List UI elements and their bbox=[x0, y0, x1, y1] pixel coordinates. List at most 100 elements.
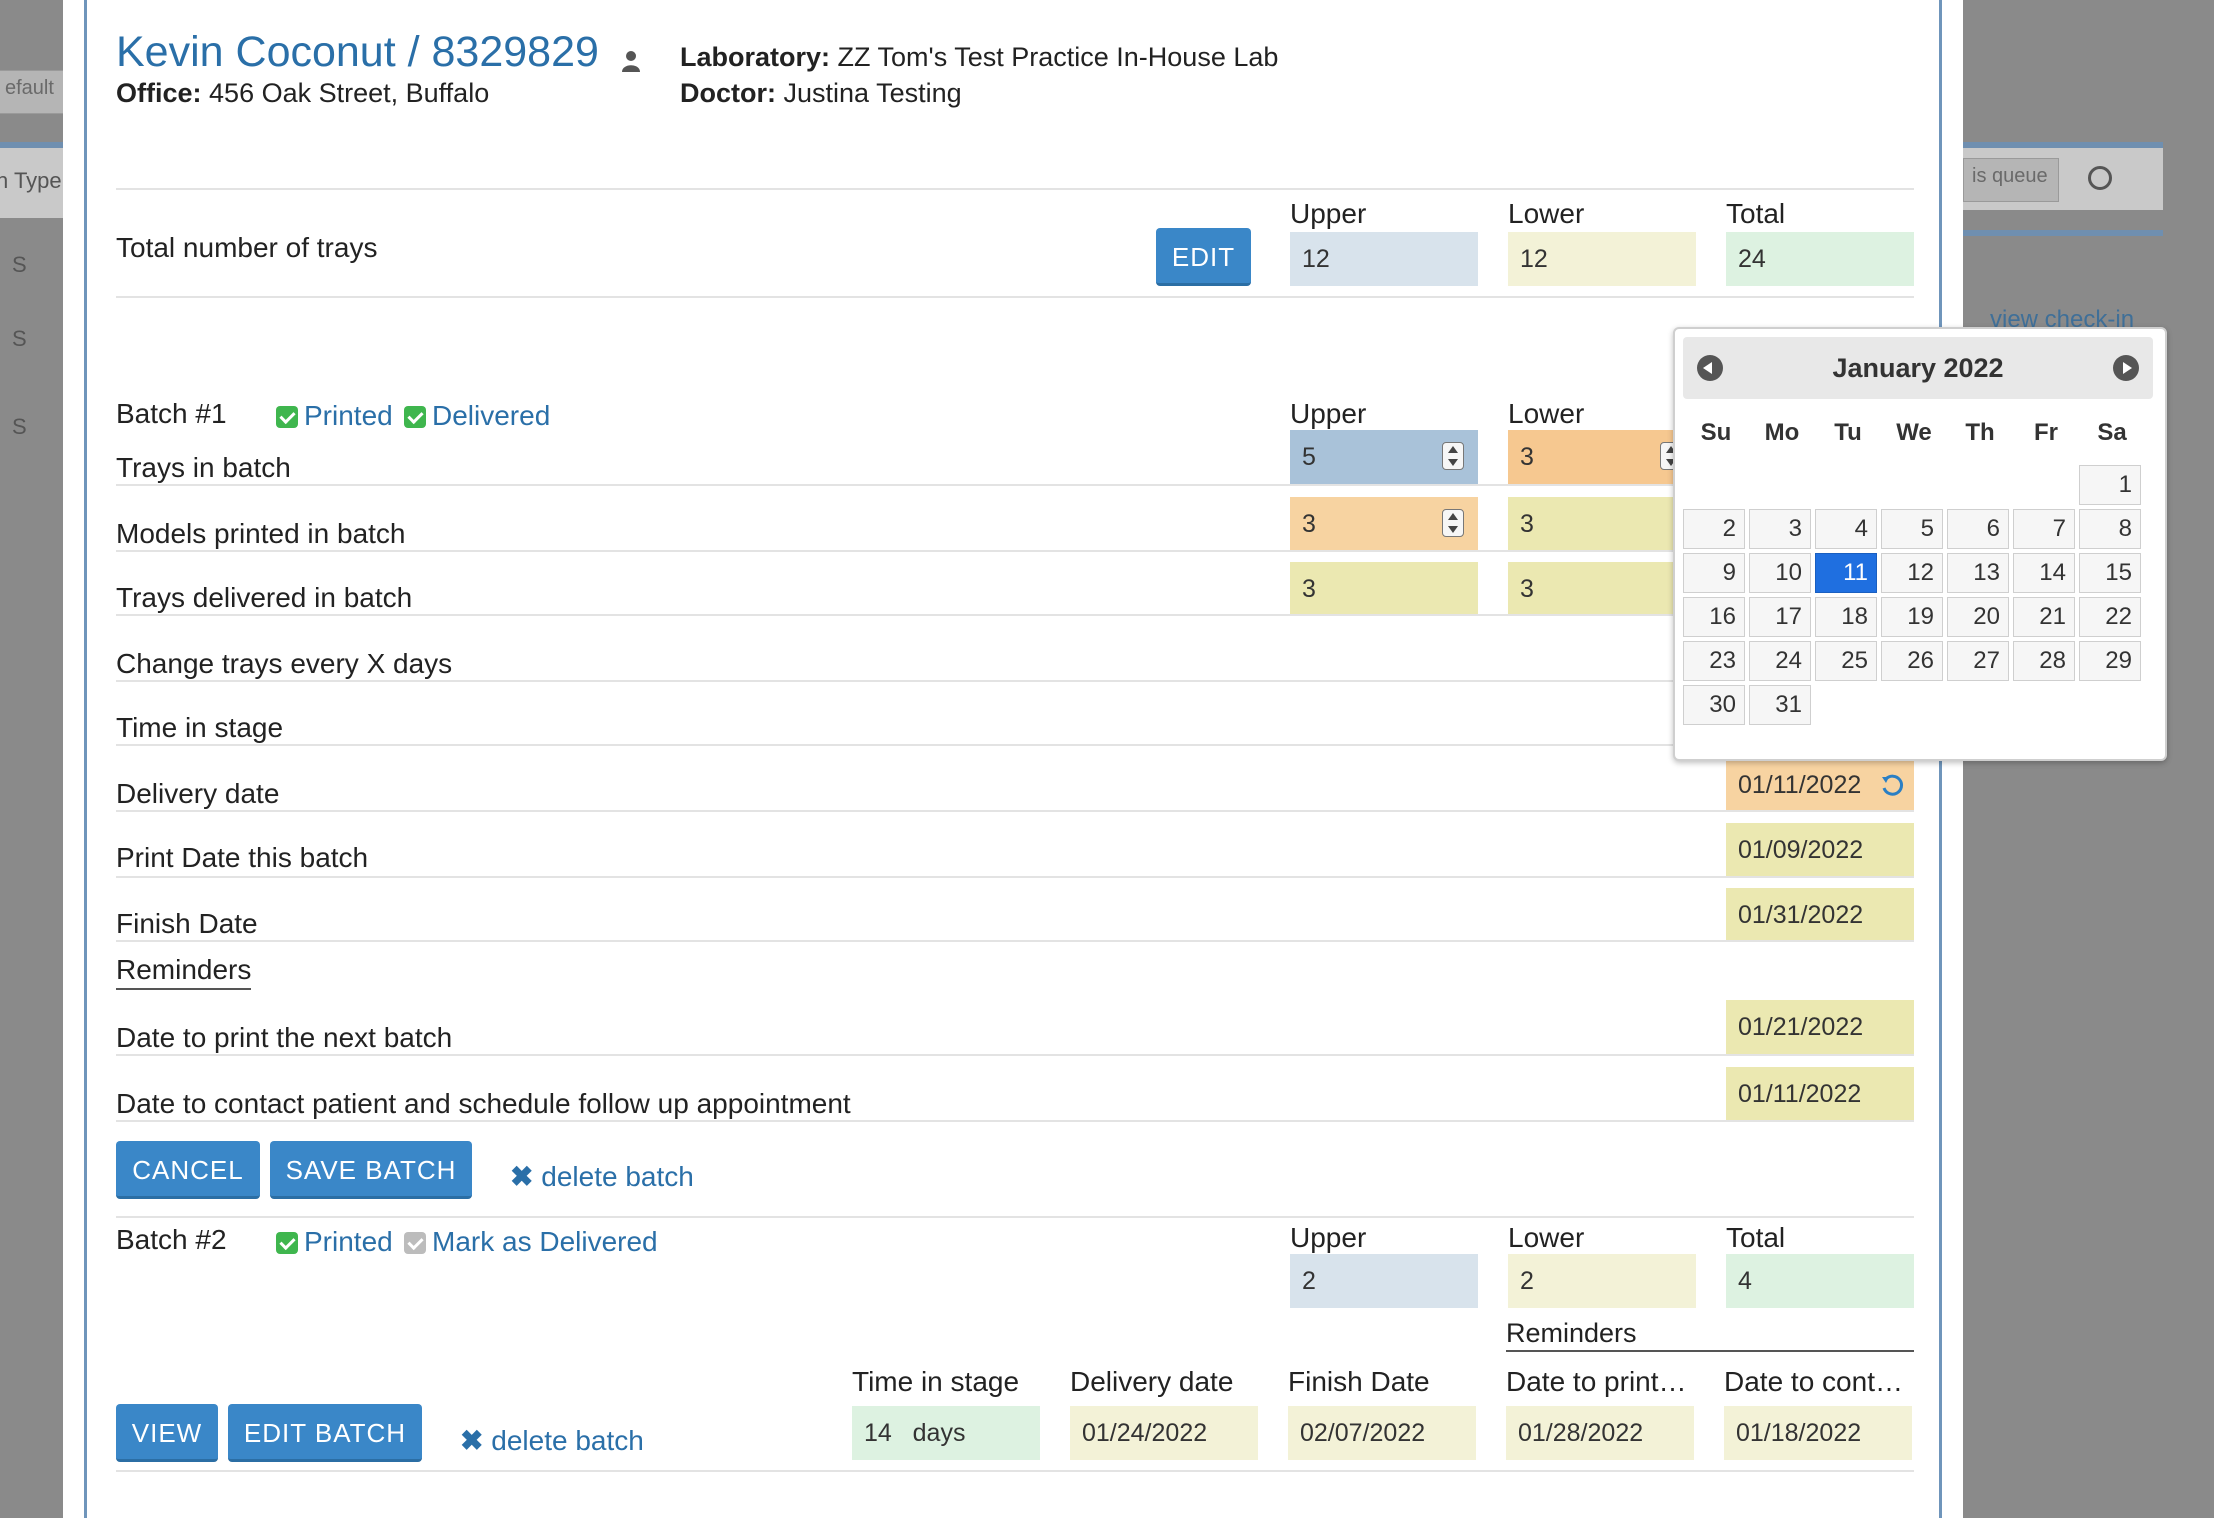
models-upper-stepper[interactable]: 3 bbox=[1290, 497, 1478, 551]
divider bbox=[1506, 1350, 1914, 1352]
calendar-day[interactable]: 10 bbox=[1749, 553, 1811, 593]
batch1-upper-label: Upper bbox=[1290, 398, 1367, 429]
background-divider bbox=[1963, 230, 2163, 236]
calendar-day[interactable]: 26 bbox=[1881, 641, 1943, 681]
calendar-day[interactable]: 13 bbox=[1947, 553, 2009, 593]
calendar-day[interactable]: 27 bbox=[1947, 641, 2009, 681]
stepper-arrows-icon[interactable] bbox=[1442, 509, 1464, 537]
batch2-delete-label: delete batch bbox=[491, 1425, 644, 1456]
trays-in-batch-label: Trays in batch bbox=[116, 452, 291, 483]
calendar-day[interactable]: 25 bbox=[1815, 641, 1877, 681]
weekday-header: Mo bbox=[1764, 419, 1800, 446]
batch1-delivered-checkbox[interactable]: Delivered bbox=[404, 400, 550, 432]
cancel-button[interactable]: CANCEL bbox=[116, 1141, 260, 1199]
calendar-day[interactable]: 8 bbox=[2079, 509, 2141, 549]
models-lower-field[interactable]: 3 bbox=[1508, 497, 1696, 551]
batch2-delete-link[interactable]: ✖ delete batch bbox=[460, 1424, 644, 1457]
save-batch-button[interactable]: SAVE BATCH bbox=[270, 1141, 472, 1199]
calendar-day[interactable]: 18 bbox=[1815, 597, 1877, 637]
next-batch-field[interactable]: 01/21/2022 bbox=[1726, 1000, 1914, 1054]
next-batch-label: Date to print the next batch bbox=[116, 1022, 453, 1053]
batch2-contact-field: 01/18/2022 bbox=[1724, 1406, 1912, 1460]
batch2-printed-checkbox[interactable]: Printed bbox=[276, 1226, 393, 1258]
calendar-day[interactable]: 20 bbox=[1947, 597, 2009, 637]
print-date-field[interactable]: 01/09/2022 bbox=[1726, 823, 1914, 877]
delivered-lower-field[interactable]: 3 bbox=[1508, 562, 1696, 616]
trays-upper-stepper[interactable]: 5 bbox=[1290, 430, 1478, 484]
delivered-upper-field[interactable]: 3 bbox=[1290, 562, 1478, 616]
doctor-label: Doctor: bbox=[680, 78, 776, 108]
background-column-type: n Type bbox=[0, 168, 62, 193]
stepper-arrows-icon[interactable] bbox=[1442, 442, 1464, 470]
calendar-day[interactable]: 29 bbox=[2079, 641, 2141, 681]
calendar-day[interactable]: 4 bbox=[1815, 509, 1877, 549]
batch1-lower-label: Lower bbox=[1508, 398, 1585, 429]
batch1-printed-label: Printed bbox=[304, 400, 393, 431]
divider bbox=[116, 876, 1914, 878]
delivery-date-field[interactable]: 01/11/2022 bbox=[1726, 758, 1914, 812]
calendar-day[interactable]: 16 bbox=[1683, 597, 1745, 637]
patient-name[interactable]: Kevin Coconut / 8329829 bbox=[116, 28, 599, 77]
batch1-delete-link[interactable]: ✖ delete batch bbox=[510, 1160, 694, 1193]
batch2-mark-delivered-checkbox[interactable]: Mark as Delivered bbox=[404, 1226, 658, 1258]
models-upper-value: 3 bbox=[1302, 510, 1316, 538]
calendar-day[interactable]: 9 bbox=[1683, 553, 1745, 593]
trays-upper-label: Upper bbox=[1290, 198, 1367, 229]
calendar-day[interactable]: 5 bbox=[1881, 509, 1943, 549]
calendar-day[interactable]: 19 bbox=[1881, 597, 1943, 637]
divider bbox=[116, 680, 1914, 682]
divider bbox=[116, 1216, 1914, 1218]
col-date-to-print: Date to print… bbox=[1506, 1366, 1687, 1397]
close-icon: ✖ bbox=[460, 1425, 484, 1456]
contact-patient-label: Date to contact patient and schedule fol… bbox=[116, 1088, 851, 1119]
calendar-day[interactable]: 22 bbox=[2079, 597, 2141, 637]
trays-lower-stepper[interactable]: 3 bbox=[1508, 430, 1696, 484]
view-button[interactable]: VIEW bbox=[116, 1404, 218, 1462]
calendar-day[interactable]: 1 bbox=[2079, 465, 2141, 505]
calendar-day[interactable]: 31 bbox=[1749, 685, 1811, 725]
calendar-day[interactable]: 14 bbox=[2013, 553, 2075, 593]
calendar-day[interactable]: 7 bbox=[2013, 509, 2075, 549]
user-icon bbox=[622, 50, 640, 72]
trays-lower-field: 12 bbox=[1508, 232, 1696, 286]
calendar-day-selected[interactable]: 11 bbox=[1815, 553, 1877, 593]
edit-batch-button[interactable]: EDIT BATCH bbox=[228, 1404, 422, 1462]
divider bbox=[116, 296, 1914, 298]
finish-date-label: Finish Date bbox=[116, 908, 258, 939]
batch2-lower-field: 2 bbox=[1508, 1254, 1696, 1308]
calendar-day[interactable]: 15 bbox=[2079, 553, 2141, 593]
date-picker[interactable]: January 2022 Su Mo Tu We Th Fr Sa 1 2 3 4 5 6 7 8 9 10 11… bbox=[1673, 327, 2167, 761]
weekday-header: We bbox=[1896, 419, 1932, 446]
batch2-printed-label: Printed bbox=[304, 1226, 393, 1257]
col-date-to-contact: Date to cont… bbox=[1724, 1366, 1903, 1397]
background-select: efault bbox=[0, 70, 66, 114]
divider bbox=[116, 1120, 1914, 1122]
batch2-total-field: 4 bbox=[1726, 1254, 1914, 1308]
delivery-date-value: 01/11/2022 bbox=[1738, 771, 1862, 799]
batch2-time-field: 14 days bbox=[852, 1406, 1040, 1460]
checkbox-checked-icon bbox=[276, 406, 298, 428]
finish-date-field[interactable]: 01/31/2022 bbox=[1726, 888, 1914, 942]
calendar-day[interactable]: 21 bbox=[2013, 597, 2075, 637]
trays-lower-value: 3 bbox=[1520, 443, 1534, 471]
calendar-day[interactable]: 30 bbox=[1683, 685, 1745, 725]
calendar-day[interactable]: 6 bbox=[1947, 509, 2009, 549]
calendar-day[interactable]: 28 bbox=[2013, 641, 2075, 681]
calendar-day[interactable]: 17 bbox=[1749, 597, 1811, 637]
calendar-day[interactable]: 12 bbox=[1881, 553, 1943, 593]
calendar-day[interactable]: 2 bbox=[1683, 509, 1745, 549]
weekday-header: Tu bbox=[1834, 419, 1862, 446]
batch2-title: Batch #2 bbox=[116, 1224, 227, 1255]
next-month-icon[interactable] bbox=[2113, 355, 2139, 381]
edit-trays-button[interactable]: EDIT bbox=[1156, 228, 1251, 286]
calendar-day[interactable]: 3 bbox=[1749, 509, 1811, 549]
reset-icon[interactable] bbox=[1880, 774, 1904, 798]
calendar-day[interactable]: 23 bbox=[1683, 641, 1745, 681]
office-label: Office: bbox=[116, 78, 202, 108]
batch2-delivery-field: 01/24/2022 bbox=[1070, 1406, 1258, 1460]
date-picker-header: January 2022 bbox=[1683, 337, 2153, 399]
calendar-day[interactable]: 24 bbox=[1749, 641, 1811, 681]
batch1-printed-checkbox[interactable]: Printed bbox=[276, 400, 393, 432]
trays-lower-label: Lower bbox=[1508, 198, 1585, 229]
contact-patient-field[interactable]: 01/11/2022 bbox=[1726, 1067, 1914, 1121]
